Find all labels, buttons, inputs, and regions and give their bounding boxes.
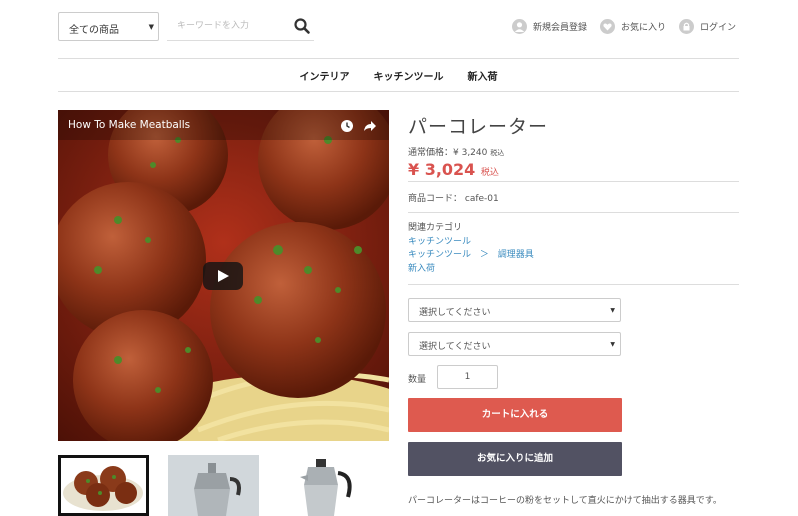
related-link-cookware[interactable]: 調理器具	[498, 250, 534, 260]
clock-icon[interactable]	[340, 118, 354, 132]
product-code-label: 商品コード：	[408, 194, 463, 204]
sale-price: ¥ 3,024 税込	[408, 160, 499, 179]
price-tax-label: 税込	[480, 168, 499, 178]
breadcrumb-separator: ＞	[479, 250, 489, 260]
nav-item-new-arrivals[interactable]: 新入荷	[468, 68, 498, 83]
thumbnail-meatballs[interactable]	[58, 455, 149, 516]
price-value: ¥ 3,024	[408, 160, 476, 179]
nav-item-interior[interactable]: インテリア	[300, 68, 350, 83]
main-nav: インテリア キッチンツール 新入荷	[58, 60, 739, 90]
category-select[interactable]: 全ての商品 ▼	[58, 12, 159, 41]
signup-label: 新規会員登録	[533, 22, 588, 33]
divider	[408, 212, 739, 213]
lock-icon	[679, 18, 694, 34]
quantity-input[interactable]: 1	[437, 365, 498, 389]
user-icon	[512, 18, 527, 34]
related-label: 関連カテゴリ	[408, 223, 463, 233]
login-link[interactable]: ログイン	[679, 17, 736, 35]
divider	[58, 91, 739, 92]
favorites-link[interactable]: お気に入り	[600, 17, 666, 35]
divider	[58, 58, 739, 59]
product-name: パーコレーター	[408, 116, 549, 138]
product-code-value: cafe-01	[464, 194, 499, 204]
add-to-cart-button[interactable]: カートに入れる	[408, 398, 622, 432]
nav-item-kitchen-tools[interactable]: キッチンツール	[374, 68, 444, 83]
regular-price: 通常価格：¥ 3,240 税込	[408, 145, 504, 158]
search-icon[interactable]	[293, 17, 311, 35]
product-description: パーコレーターはコーヒーの粉をセットして直火にかけて抽出する器具です。	[408, 496, 722, 506]
share-icon[interactable]	[363, 118, 377, 132]
product-video[interactable]: How To Make Meatballs	[58, 110, 389, 441]
login-label: ログイン	[700, 22, 737, 33]
thumbnail-percolator-1[interactable]	[168, 455, 259, 516]
related-link-new-arrivals[interactable]: 新入荷	[408, 264, 435, 274]
category-select-value: 全ての商品	[69, 25, 119, 36]
quantity-label: 数量	[408, 375, 427, 385]
thumbnail-percolator-2[interactable]	[278, 455, 369, 516]
favorites-label: お気に入り	[621, 22, 667, 33]
divider	[408, 284, 739, 285]
chevron-down-icon: ▼	[610, 307, 615, 314]
regular-tax-label: 税込	[490, 149, 505, 157]
product-code: 商品コード： cafe-01	[408, 191, 499, 204]
option-select-2[interactable]: 選択してください ▼	[408, 332, 621, 356]
related-link-kitchen-tools[interactable]: キッチンツール	[408, 237, 471, 247]
option-select-2-value: 選択してください	[419, 342, 491, 352]
related-categories: 関連カテゴリ キッチンツール キッチンツール ＞ 調理器具 新入荷	[408, 222, 534, 276]
video-title: How To Make Meatballs	[68, 119, 191, 131]
option-select-1-value: 選択してください	[419, 308, 491, 318]
chevron-down-icon: ▼	[610, 341, 615, 348]
related-link-kitchen-tools-parent[interactable]: キッチンツール	[408, 250, 471, 260]
chevron-down-icon: ▼	[148, 23, 154, 31]
search-input[interactable]	[167, 12, 314, 41]
regular-price-label: 通常価格：¥ 3,240	[408, 148, 488, 158]
play-icon[interactable]	[203, 262, 243, 290]
option-select-1[interactable]: 選択してください ▼	[408, 298, 621, 322]
add-to-favorites-button[interactable]: お気に入りに追加	[408, 442, 622, 476]
signup-link[interactable]: 新規会員登録	[512, 17, 587, 35]
divider	[408, 181, 739, 182]
heart-icon	[600, 18, 615, 34]
